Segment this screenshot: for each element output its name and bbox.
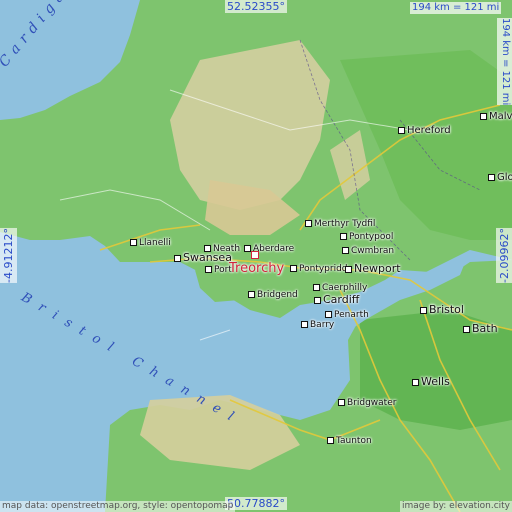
footer-attribution: map data: openstreetmap.org, style: open… bbox=[0, 501, 236, 512]
city-marker-icon bbox=[301, 321, 308, 328]
city-hereford: Hereford bbox=[398, 125, 451, 136]
footer-credit: image by: elevation.city bbox=[400, 501, 512, 512]
scale-horizontal: 194 km = 121 mi bbox=[410, 2, 502, 14]
map-canvas[interactable]: Cardigan Bristol Channel 52.52355° 50.77… bbox=[0, 0, 512, 512]
city-marker-icon bbox=[248, 291, 255, 298]
city-cardiff: Cardiff bbox=[314, 294, 359, 305]
city-bridgwater: Bridgwater bbox=[338, 398, 396, 409]
city-swansea: Swansea bbox=[174, 252, 232, 263]
city-marker-icon bbox=[345, 265, 352, 273]
city-port: Port bbox=[205, 265, 232, 276]
city-malvern: Malvern bbox=[480, 111, 512, 122]
city-glos: Glo bbox=[488, 172, 512, 183]
city-marker-icon bbox=[338, 399, 345, 406]
city-pontypridd: Pontypridd bbox=[290, 264, 348, 275]
highlight-marker-icon bbox=[251, 251, 259, 259]
highlight-city-label: Treorchy bbox=[229, 261, 285, 276]
city-bath: Bath bbox=[463, 323, 498, 334]
city-merthyr-tydfil: Merthyr Tydfil bbox=[305, 219, 375, 230]
city-marker-icon bbox=[488, 173, 495, 181]
city-marker-icon bbox=[340, 233, 347, 240]
city-llanelli: Llanelli bbox=[130, 238, 171, 249]
city-marker-icon bbox=[130, 239, 137, 246]
city-marker-icon bbox=[327, 437, 334, 444]
coord-right: -2.09962° bbox=[496, 228, 512, 283]
coord-top: 52.52355° bbox=[225, 0, 287, 13]
city-marker-icon bbox=[244, 245, 251, 252]
city-wells: Wells bbox=[412, 376, 450, 387]
city-pontypool: Pontypool bbox=[340, 232, 393, 243]
coord-left: -4.91212° bbox=[0, 228, 17, 283]
city-marker-icon bbox=[398, 126, 405, 134]
city-marker-icon bbox=[480, 112, 487, 120]
city-marker-icon bbox=[325, 311, 332, 318]
city-marker-icon bbox=[174, 254, 181, 262]
city-bristol: Bristol bbox=[420, 304, 464, 315]
city-barry: Barry bbox=[301, 320, 334, 331]
city-cwmbran: Cwmbran bbox=[342, 246, 394, 257]
scale-vertical: 194 km = 121 mi bbox=[497, 18, 512, 106]
city-marker-icon bbox=[412, 378, 419, 386]
city-marker-icon bbox=[205, 266, 212, 273]
city-marker-icon bbox=[290, 265, 297, 272]
city-marker-icon bbox=[305, 220, 312, 227]
city-marker-icon bbox=[342, 247, 349, 254]
city-marker-icon bbox=[420, 306, 427, 314]
city-bridgend: Bridgend bbox=[248, 290, 298, 301]
city-newport: Newport bbox=[345, 263, 401, 274]
city-marker-icon bbox=[314, 296, 321, 304]
city-taunton: Taunton bbox=[327, 436, 372, 447]
city-marker-icon bbox=[313, 284, 320, 291]
city-marker-icon bbox=[463, 325, 470, 333]
